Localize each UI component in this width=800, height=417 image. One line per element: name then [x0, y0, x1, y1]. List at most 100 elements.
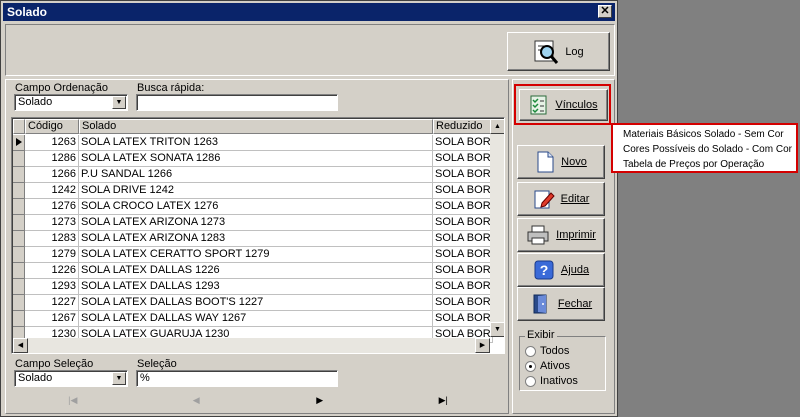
menu-item-tabela-precos[interactable]: Tabela de Preços por Operação: [623, 157, 786, 172]
cell-codigo[interactable]: 1283: [25, 231, 79, 247]
cell-reduzido[interactable]: SOLA BORRA: [433, 135, 493, 151]
row-indicator[interactable]: [13, 215, 25, 231]
table-row[interactable]: 1273SOLA LATEX ARIZONA 1273SOLA BORRA: [13, 215, 493, 231]
cell-reduzido[interactable]: SOLA BORRA: [433, 183, 493, 199]
cell-solado[interactable]: SOLA LATEX DALLAS WAY 1267: [79, 311, 433, 327]
radio-circle-icon[interactable]: [525, 345, 536, 357]
selection-field-select[interactable]: Solado ▼: [14, 370, 128, 387]
cell-reduzido[interactable]: SOLA BORRA: [433, 247, 493, 263]
cell-solado[interactable]: SOLA LATEX ARIZONA 1283: [79, 231, 433, 247]
cell-solado[interactable]: SOLA LATEX DALLAS 1226: [79, 263, 433, 279]
cell-reduzido[interactable]: SOLA BORRA: [433, 311, 493, 327]
menu-item-cores[interactable]: Cores Possíveis do Solado - Com Cor: [623, 142, 792, 157]
cell-codigo[interactable]: 1293: [25, 279, 79, 295]
fechar-button[interactable]: Fechar: [517, 287, 605, 321]
cell-reduzido[interactable]: SOLA BORRA: [433, 231, 493, 247]
novo-button[interactable]: Novo: [517, 145, 605, 179]
radio-circle-icon[interactable]: [525, 375, 536, 387]
cell-reduzido[interactable]: SOLA BORRA: [433, 167, 493, 183]
scroll-left-icon[interactable]: ◀: [13, 338, 28, 353]
cell-codigo[interactable]: 1267: [25, 311, 79, 327]
cell-reduzido[interactable]: SOLA BORRA: [433, 295, 493, 311]
close-button[interactable]: ✕: [598, 5, 612, 18]
ajuda-button[interactable]: ? Ajuda: [517, 253, 605, 287]
cell-codigo[interactable]: 1273: [25, 215, 79, 231]
cell-solado[interactable]: SOLA DRIVE 1242: [79, 183, 433, 199]
exit-door-icon: [530, 293, 552, 315]
cell-codigo[interactable]: 1226: [25, 263, 79, 279]
table-row[interactable]: 1286 SOLA LATEX SONATA 1286SOLA BORRA: [13, 151, 493, 167]
last-record-button[interactable]: ▶|: [382, 391, 506, 411]
row-indicator[interactable]: [13, 295, 25, 311]
cell-solado[interactable]: SOLA LATEX DALLAS 1293: [79, 279, 433, 295]
vertical-scrollbar[interactable]: ▲ ▼: [490, 119, 504, 337]
table-row[interactable]: 1263 SOLA LATEX TRITON 1263SOLA BORRA: [13, 135, 493, 151]
first-record-button[interactable]: |◀: [11, 391, 135, 411]
table-row[interactable]: 1267SOLA LATEX DALLAS WAY 1267SOLA BORRA: [13, 311, 493, 327]
cell-codigo[interactable]: 1263: [25, 135, 79, 151]
cell-solado[interactable]: P.U SANDAL 1266: [79, 167, 433, 183]
cell-solado[interactable]: SOLA LATEX DALLAS BOOT'S 1227: [79, 295, 433, 311]
sort-field-select[interactable]: Solado ▼: [14, 94, 128, 111]
table-row[interactable]: 1226SOLA LATEX DALLAS 1226SOLA BORRA: [13, 263, 493, 279]
row-indicator[interactable]: [13, 263, 25, 279]
radio-ativos[interactable]: Ativos: [525, 360, 570, 372]
table-row[interactable]: 1227 SOLA LATEX DALLAS BOOT'S 1227 SOLA BO…: [13, 295, 493, 311]
exibir-title: Exibir: [525, 329, 557, 341]
cell-codigo[interactable]: 1276: [25, 199, 79, 215]
header-reduzido[interactable]: Reduzido: [433, 119, 493, 134]
cell-codigo[interactable]: 1279: [25, 247, 79, 263]
row-indicator[interactable]: [13, 231, 25, 247]
cell-solado[interactable]: SOLA LATEX CERATTO SPORT 1279: [79, 247, 433, 263]
row-indicator[interactable]: [13, 151, 25, 167]
next-record-button[interactable]: ▶: [258, 391, 382, 411]
cell-solado[interactable]: SOLA LATEX TRITON 1263: [79, 135, 433, 151]
radio-circle-selected-icon[interactable]: [525, 360, 536, 372]
scroll-up-icon[interactable]: ▲: [490, 119, 504, 134]
cell-reduzido[interactable]: SOLA BORRA: [433, 199, 493, 215]
cell-codigo[interactable]: 1227: [25, 295, 79, 311]
cell-solado[interactable]: SOLA CROCO LATEX 1276: [79, 199, 433, 215]
current-row-indicator-icon[interactable]: [13, 135, 25, 151]
log-button[interactable]: Log: [507, 32, 610, 71]
header-codigo[interactable]: Código: [25, 119, 79, 134]
cell-reduzido[interactable]: SOLA BORRA: [433, 151, 493, 167]
cell-codigo[interactable]: 1266: [25, 167, 79, 183]
table-row[interactable]: 1276SOLA CROCO LATEX 1276SOLA BORRA: [13, 199, 493, 215]
scroll-down-icon[interactable]: ▼: [490, 322, 504, 337]
table-row[interactable]: 1266P.U SANDAL 1266SOLA BORRA: [13, 167, 493, 183]
header-solado[interactable]: Solado: [79, 119, 433, 134]
vinculos-highlight: [514, 84, 611, 125]
menu-item-materiais[interactable]: Materiais Básicos Solado - Sem Cor: [623, 127, 786, 142]
table-row[interactable]: 1279 SOLA LATEX CERATTO SPORT 1279 SOLA BO…: [13, 247, 493, 263]
row-indicator[interactable]: [13, 279, 25, 295]
cell-codigo[interactable]: 1242: [25, 183, 79, 199]
selection-value-input[interactable]: %: [136, 370, 338, 387]
quick-search-input[interactable]: [136, 94, 338, 111]
cell-reduzido[interactable]: SOLA BORRA: [433, 263, 493, 279]
radio-inativos[interactable]: Inativos: [525, 375, 578, 387]
imprimir-button[interactable]: Imprimir: [517, 218, 605, 252]
cell-reduzido[interactable]: SOLA BORRA: [433, 215, 493, 231]
log-icon: [533, 39, 559, 65]
dropdown-arrow-icon[interactable]: ▼: [112, 372, 126, 385]
row-indicator[interactable]: [13, 183, 25, 199]
editar-button[interactable]: Editar: [517, 182, 605, 216]
cell-codigo[interactable]: 1286: [25, 151, 79, 167]
row-indicator[interactable]: [13, 247, 25, 263]
grid-body: 1263 SOLA LATEX TRITON 1263SOLA BORRA128…: [13, 135, 493, 343]
cell-solado[interactable]: SOLA LATEX ARIZONA 1273: [79, 215, 433, 231]
dropdown-arrow-icon[interactable]: ▼: [112, 96, 126, 109]
horizontal-scrollbar[interactable]: ◀ ▶: [13, 338, 490, 353]
cell-solado[interactable]: SOLA LATEX SONATA 1286: [79, 151, 433, 167]
prev-record-button[interactable]: ◀: [135, 391, 259, 411]
row-indicator[interactable]: [13, 199, 25, 215]
row-indicator[interactable]: [13, 311, 25, 327]
table-row[interactable]: 1293SOLA LATEX DALLAS 1293SOLA BORRA: [13, 279, 493, 295]
cell-reduzido[interactable]: SOLA BORRA: [433, 279, 493, 295]
table-row[interactable]: 1283SOLA LATEX ARIZONA 1283SOLA BORRA: [13, 231, 493, 247]
radio-todos[interactable]: Todos: [525, 345, 569, 357]
row-indicator[interactable]: [13, 167, 25, 183]
table-row[interactable]: 1242SOLA DRIVE 1242SOLA BORRA: [13, 183, 493, 199]
scroll-right-icon[interactable]: ▶: [475, 338, 490, 353]
